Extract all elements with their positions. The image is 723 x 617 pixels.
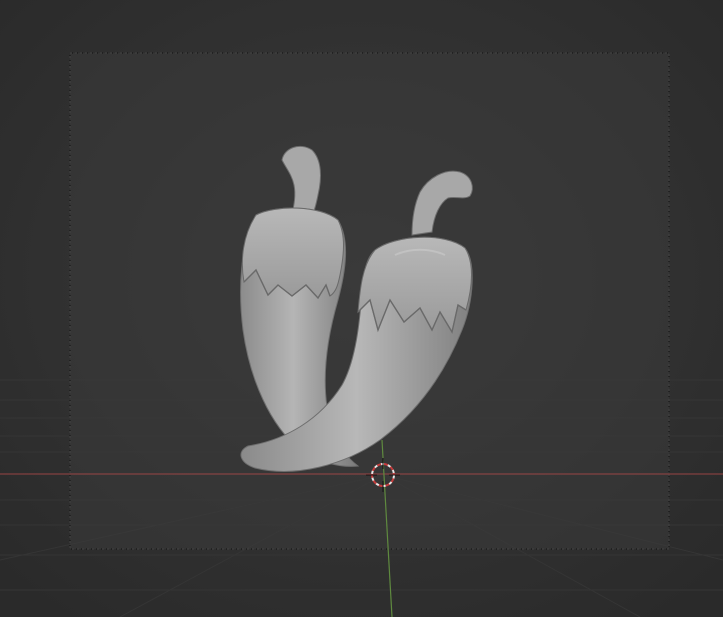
viewport-canvas[interactable] [0, 0, 723, 617]
3d-viewport[interactable] [0, 0, 723, 617]
